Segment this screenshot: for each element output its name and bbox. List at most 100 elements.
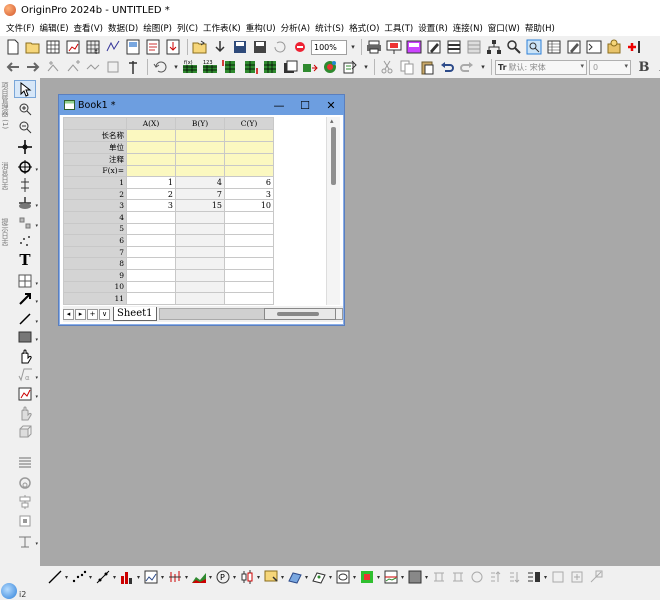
row-number[interactable]: 7 — [63, 245, 127, 259]
menu-statistics[interactable]: 统计(S) — [315, 22, 344, 34]
rescale-icon[interactable] — [587, 568, 604, 586]
scroll-up-arrow[interactable]: ▴ — [330, 117, 334, 125]
menu-analysis[interactable]: 分析(A) — [281, 22, 310, 34]
font-size-dropdown-arrow[interactable]: ▾ — [624, 62, 628, 70]
menu-tools[interactable]: 工具(T) — [384, 22, 413, 34]
template-plot-icon[interactable] — [262, 568, 279, 586]
command-window-icon[interactable] — [465, 38, 483, 56]
text-tool-icon[interactable]: T — [14, 251, 36, 269]
menu-column[interactable]: 列(C) — [177, 22, 198, 34]
row-numbers-icon[interactable]: 123 — [201, 58, 219, 76]
menu-connectivity[interactable]: 连接(N) — [453, 22, 483, 34]
print-icon[interactable] — [365, 38, 383, 56]
row-number[interactable]: 2 — [63, 187, 127, 201]
add-sheet-button[interactable]: + — [87, 308, 98, 320]
grouped-plot-icon[interactable] — [449, 568, 466, 586]
data-cell[interactable]: 7 — [175, 187, 225, 201]
column-header-c[interactable]: C(Y) — [224, 117, 274, 130]
menu-window[interactable]: 窗口(W) — [488, 22, 520, 34]
data-cell[interactable] — [224, 268, 274, 282]
meta-cell[interactable] — [126, 140, 176, 154]
horizontal-scroll-thumb[interactable] — [276, 312, 319, 316]
data-cell[interactable] — [126, 234, 176, 247]
forward-arrow-icon[interactable] — [24, 58, 42, 76]
dropdown-arrow[interactable]: ▾ — [35, 541, 38, 547]
meta-cell[interactable] — [175, 128, 225, 142]
menu-format[interactable]: 格式(O) — [349, 22, 379, 34]
add-button-icon[interactable] — [625, 38, 643, 56]
tab-sheet1[interactable]: Sheet1 — [113, 307, 157, 321]
back-arrow-icon[interactable] — [4, 58, 22, 76]
horizontal-scrollbar[interactable] — [158, 308, 336, 320]
edit-notes-icon[interactable] — [565, 38, 583, 56]
data-connector-icon[interactable] — [341, 58, 359, 76]
data-cell[interactable]: 3 — [126, 199, 176, 212]
book1-window[interactable]: Book1 * — ☐ ✕ A(X) B(Y) C(Y) 长名称 单位 注释 F… — [58, 94, 345, 326]
quick-help-icon[interactable] — [525, 38, 543, 56]
frequency-count-icon[interactable] — [261, 58, 279, 76]
row-number[interactable]: 10 — [63, 280, 127, 294]
set-column-values-icon[interactable]: f(x) — [181, 58, 199, 76]
data-cell[interactable] — [126, 280, 176, 294]
prev-sheet-button[interactable]: ◂ — [63, 308, 74, 320]
align-tool-icon[interactable] — [14, 493, 36, 511]
layout-grid-icon[interactable]: ▾ — [14, 532, 38, 550]
add-column-icon[interactable] — [44, 58, 62, 76]
copy-icon[interactable] — [398, 58, 416, 76]
menu-help[interactable]: 帮助(H) — [525, 22, 555, 34]
meta-cell[interactable] — [224, 164, 274, 178]
data-cell[interactable] — [126, 292, 176, 305]
stop-icon[interactable] — [291, 38, 309, 56]
bubble-plot-icon[interactable] — [468, 568, 485, 586]
line-tool-icon[interactable]: ▾ — [14, 310, 38, 328]
merge-graphs-icon[interactable] — [525, 568, 542, 586]
data-cell[interactable] — [175, 245, 225, 259]
data-cell[interactable] — [175, 234, 225, 247]
data-cell[interactable] — [224, 292, 274, 305]
data-cell[interactable] — [126, 245, 176, 259]
vertical-scroll-thumb[interactable] — [331, 127, 336, 185]
results-log-icon[interactable] — [445, 38, 463, 56]
meta-cell[interactable] — [175, 152, 225, 166]
row-number[interactable]: 5 — [63, 222, 127, 236]
zoom-input[interactable]: 100% — [311, 39, 347, 55]
tab-hints-log[interactable]: 提示日志 — [0, 218, 10, 260]
undo-icon[interactable] — [438, 58, 456, 76]
meta-cell[interactable] — [224, 152, 274, 166]
save-template-icon[interactable] — [251, 38, 269, 56]
close-button[interactable]: ✕ — [318, 95, 344, 115]
data-cell[interactable]: 15 — [175, 199, 225, 212]
open-folder-icon[interactable] — [24, 38, 42, 56]
row-label-units[interactable]: 单位 — [63, 140, 127, 154]
data-cell[interactable]: 3 — [224, 187, 274, 201]
row-number[interactable]: 8 — [63, 257, 127, 270]
data-reader-tool-icon[interactable]: ▾ — [14, 158, 38, 176]
data-cell[interactable] — [175, 257, 225, 270]
crop-icon[interactable] — [104, 58, 122, 76]
tab-project-explorer[interactable]: 项目管理器 (1) — [0, 82, 10, 148]
font-name-select[interactable]: Tr 默认: 宋体 ▾ — [495, 59, 587, 75]
contour-plot-icon[interactable] — [334, 568, 351, 586]
dropdown-arrow[interactable]: ▾ — [35, 167, 38, 173]
menu-file[interactable]: 文件(F) — [6, 22, 35, 34]
meta-cell[interactable] — [126, 164, 176, 178]
row-label-comments[interactable]: 注释 — [63, 152, 127, 166]
data-cell[interactable] — [175, 222, 225, 236]
import-data-icon[interactable] — [164, 38, 182, 56]
data-cell[interactable]: 1 — [126, 176, 176, 189]
screen-reader-tool-icon[interactable] — [14, 138, 36, 156]
horizontal-scroll-track[interactable] — [263, 308, 336, 320]
scatter-plot-icon[interactable] — [70, 568, 87, 586]
data-cell[interactable] — [224, 245, 274, 259]
meta-cell[interactable] — [224, 140, 274, 154]
dropdown-arrow[interactable]: ▾ — [35, 299, 38, 305]
region-tool-icon[interactable]: ▾ — [14, 214, 38, 232]
book1-titlebar[interactable]: Book1 * — ☐ ✕ — [59, 95, 344, 115]
row-number[interactable]: 6 — [63, 234, 127, 247]
tool-dropdown-arrow[interactable]: ▾ — [171, 60, 181, 75]
data-cell[interactable] — [175, 280, 225, 294]
new-notes-icon[interactable] — [144, 38, 162, 56]
paste-icon[interactable] — [418, 58, 436, 76]
3d-scatter-icon[interactable] — [310, 568, 327, 586]
code-builder-icon[interactable] — [405, 38, 423, 56]
